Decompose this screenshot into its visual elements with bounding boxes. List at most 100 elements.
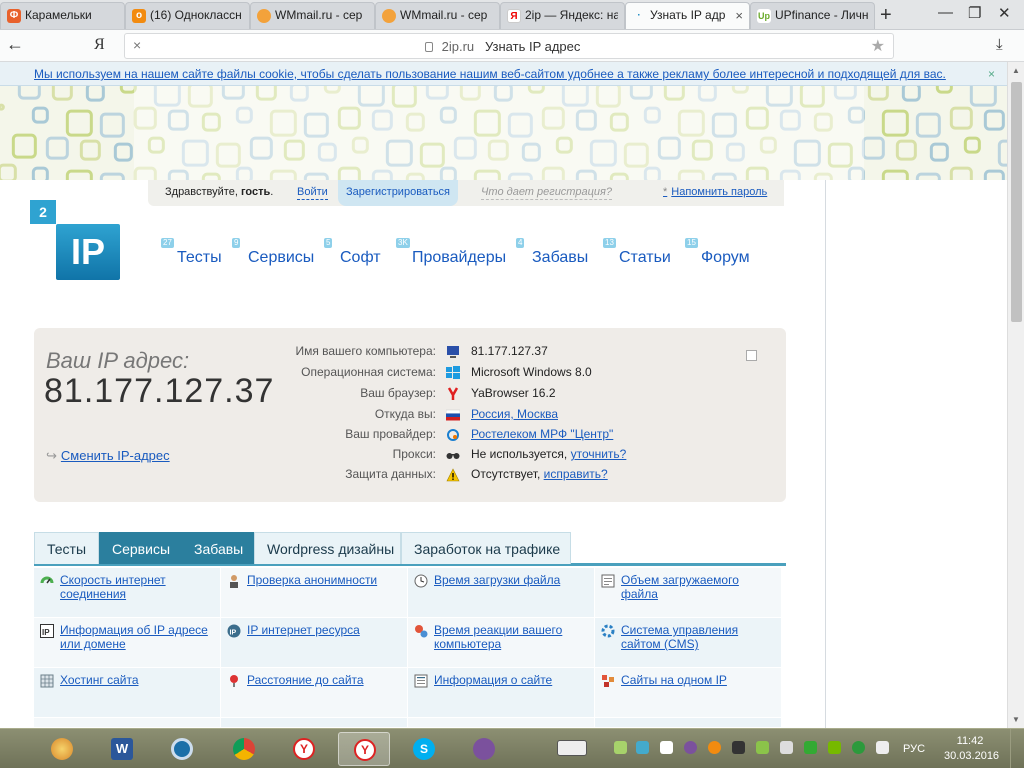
- tray-stack-icon[interactable]: [780, 741, 793, 754]
- file-size-icon: [601, 574, 615, 588]
- tray-green-icon[interactable]: [614, 741, 627, 754]
- service-link[interactable]: Проверка анонимности: [247, 573, 403, 587]
- service-distance[interactable]: Расстояние до сайта: [221, 668, 407, 718]
- tab-tests[interactable]: Тесты: [34, 532, 99, 564]
- new-tab-button[interactable]: +: [880, 4, 892, 27]
- skype-icon[interactable]: S: [398, 732, 450, 766]
- flag-icon[interactable]: [876, 741, 889, 754]
- close-tab-icon[interactable]: ×: [735, 8, 743, 23]
- service-link[interactable]: Система управления сайтом (CMS): [621, 623, 777, 651]
- nav-count: 9: [232, 238, 241, 248]
- login-link[interactable]: Войти: [297, 186, 328, 200]
- provider-link[interactable]: Ростелеком МРФ "Центр": [471, 427, 613, 441]
- tray-status-icon[interactable]: [804, 741, 817, 754]
- bookmark-star-icon[interactable]: ★: [871, 36, 885, 56]
- scroll-up-icon[interactable]: ▲: [1012, 66, 1020, 75]
- tab-services[interactable]: Сервисы: [99, 532, 181, 564]
- tray-app-icon[interactable]: [732, 741, 745, 754]
- service-link[interactable]: Сайты на одном IP: [621, 673, 777, 687]
- scroll-down-icon[interactable]: ▼: [1012, 715, 1020, 724]
- url-text[interactable]: 2ip.ru Узнать IP адрес: [425, 39, 580, 54]
- service-anonymity[interactable]: Проверка анонимности: [221, 568, 407, 618]
- restore-icon[interactable]: ❐: [968, 4, 981, 22]
- scroll-thumb[interactable]: [1011, 82, 1022, 322]
- speedometer-icon[interactable]: [156, 732, 208, 766]
- tab-wordpress[interactable]: Wordpress дизайны: [254, 532, 401, 564]
- service-speed[interactable]: Скорость интернет соединения: [34, 568, 220, 618]
- service-reaction-time[interactable]: Время реакции вашего компьютера: [408, 618, 594, 668]
- tab-karamelki[interactable]: Ф Карамельки: [0, 2, 125, 29]
- service-link[interactable]: Время загрузки файла: [434, 573, 590, 587]
- tab-upfinance[interactable]: Up UPfinance - Личн: [750, 2, 875, 29]
- nav-forum[interactable]: 15 Форум: [685, 238, 750, 267]
- service-link[interactable]: Хостинг сайта: [60, 673, 216, 687]
- tab-wmmail-1[interactable]: WMmail.ru - сер: [250, 2, 375, 29]
- tab-2ip-active[interactable]: · Узнать IP адр ×: [625, 2, 750, 29]
- tab-yandex-search[interactable]: Я 2ip — Яндекс: на: [500, 2, 625, 29]
- protection-fix-link[interactable]: исправить?: [544, 467, 608, 481]
- system-clock[interactable]: 11:42 30.03.2016: [944, 734, 999, 764]
- register-button[interactable]: Зарегистрироваться: [338, 180, 459, 206]
- minimize-icon[interactable]: —: [938, 4, 953, 21]
- tray-ok-icon[interactable]: [708, 741, 721, 754]
- back-icon[interactable]: ←: [6, 34, 24, 55]
- tray-doc-icon[interactable]: [660, 741, 673, 754]
- yandex-logo-icon[interactable]: Я: [94, 36, 105, 54]
- service-file-size[interactable]: Объем загружаемого файла: [595, 568, 781, 618]
- keyboard-icon[interactable]: [557, 740, 587, 756]
- why-register-link[interactable]: Что дает регистрация?: [481, 186, 612, 200]
- close-window-icon[interactable]: ✕: [998, 4, 1011, 22]
- remind-password-link[interactable]: * Напомнить пароль: [663, 186, 767, 198]
- service-link[interactable]: IP интернет ресурса: [247, 623, 403, 637]
- tab-wmmail-2[interactable]: WMmail.ru - сер: [375, 2, 500, 29]
- pattern-highlight: [134, 86, 864, 180]
- nav-soft[interactable]: 5 Софт: [324, 238, 381, 267]
- site-logo[interactable]: 2 IP: [30, 200, 122, 282]
- service-link[interactable]: Информация о сайте: [434, 673, 590, 687]
- url-field[interactable]: × 2ip.ru Узнать IP адрес ★: [124, 33, 894, 59]
- service-link[interactable]: Объем загружаемого файла: [621, 573, 777, 601]
- service-link[interactable]: Информация об IP адресе или домене: [60, 623, 216, 651]
- info-value-text: Отсутствует,: [471, 467, 544, 481]
- cookie-close-icon[interactable]: ×: [988, 67, 995, 81]
- proxy-clarify-link[interactable]: уточнить?: [571, 447, 627, 461]
- cookie-notice[interactable]: Мы используем на нашем сайте файлы cooki…: [0, 62, 1007, 86]
- language-indicator[interactable]: РУС: [903, 743, 925, 755]
- tray-shield-icon[interactable]: [756, 741, 769, 754]
- tray-camera-icon[interactable]: [636, 741, 649, 754]
- tab-traffic[interactable]: Заработок на трафике: [401, 532, 571, 564]
- service-link[interactable]: Скорость интернет соединения: [60, 573, 216, 601]
- clear-url-icon[interactable]: ×: [133, 37, 141, 53]
- service-hosting[interactable]: Хостинг сайта: [34, 668, 220, 718]
- service-sites-same-ip[interactable]: Сайты на одном IP: [595, 668, 781, 718]
- paint-icon[interactable]: [36, 732, 88, 766]
- service-ip-resource[interactable]: IP IP интернет ресурса: [221, 618, 407, 668]
- download-icon[interactable]: ⤓: [996, 36, 1003, 53]
- nvidia-icon[interactable]: [828, 741, 841, 754]
- wmmail-favicon: [257, 9, 271, 23]
- nav-services[interactable]: 9 Сервисы: [232, 238, 314, 267]
- service-link[interactable]: Время реакции вашего компьютера: [434, 623, 590, 651]
- nav-tests[interactable]: 27 Тесты: [161, 238, 222, 267]
- yandex-browser-active-icon[interactable]: Y: [338, 732, 390, 766]
- page-scrollbar[interactable]: ▲ ▼: [1007, 62, 1024, 728]
- location-link[interactable]: Россия, Москва: [471, 407, 558, 421]
- service-ip-info[interactable]: IP Информация об IP адресе или домене: [34, 618, 220, 668]
- yandex-browser-icon[interactable]: Y: [278, 732, 330, 766]
- service-link[interactable]: Расстояние до сайта: [247, 673, 403, 687]
- nav-articles[interactable]: 13 Статьи: [603, 238, 671, 267]
- service-cms[interactable]: Система управления сайтом (CMS): [595, 618, 781, 668]
- service-site-info[interactable]: Информация о сайте: [408, 668, 594, 718]
- browser-tab-bar: Ф Карамельки о (16) Одноклассн WMmail.ru…: [0, 0, 1024, 30]
- tab-fun[interactable]: Забавы: [181, 532, 254, 564]
- word-icon[interactable]: W: [96, 732, 148, 766]
- nav-providers[interactable]: 3K Провайдеры: [396, 238, 506, 267]
- tray-check-icon[interactable]: [852, 741, 865, 754]
- show-desktop-button[interactable]: [1010, 729, 1024, 768]
- service-download-time[interactable]: Время загрузки файла: [408, 568, 594, 618]
- nav-fun[interactable]: 4 Забавы: [516, 238, 588, 267]
- viber-icon[interactable]: [458, 732, 510, 766]
- tray-viber-icon[interactable]: [684, 741, 697, 754]
- tab-odnoklassniki[interactable]: о (16) Одноклассн: [125, 2, 250, 29]
- chrome-icon[interactable]: [218, 732, 270, 766]
